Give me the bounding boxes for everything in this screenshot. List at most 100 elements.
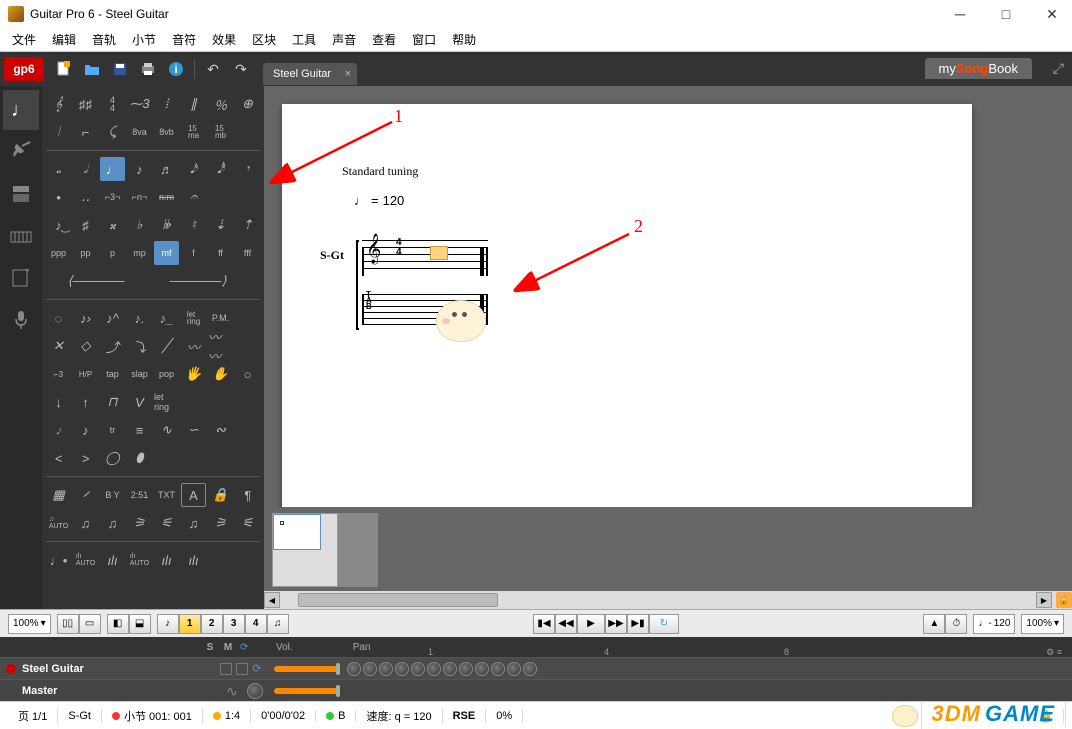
countdown-button[interactable]: ⏱ xyxy=(945,614,967,634)
tremolo-button[interactable]: n:m xyxy=(154,185,179,209)
clef-button[interactable]: 𝄞 xyxy=(46,92,71,116)
quarter-note-button[interactable]: ♩ xyxy=(100,157,125,181)
hp-button[interactable]: H/P xyxy=(73,362,98,386)
ppp-button[interactable]: ppp xyxy=(46,241,71,265)
zoom-left-box[interactable]: 100% ▾ xyxy=(8,614,51,634)
save-file-icon[interactable] xyxy=(108,57,132,81)
stem3-button[interactable]: ılı xyxy=(154,548,179,572)
chord-diagram-button[interactable]: ▦ xyxy=(46,483,71,507)
mute-toggle[interactable] xyxy=(236,663,248,675)
double-flat-button[interactable]: 𝄫 xyxy=(154,213,179,237)
tremolo-pick-button[interactable]: ≡ xyxy=(127,418,152,442)
paragraph-button[interactable]: ¶ xyxy=(235,483,260,507)
pick-down-button[interactable]: ⊓ xyxy=(100,390,125,414)
sidebar-amp-icon[interactable] xyxy=(3,174,39,214)
ending-button[interactable]: ⌐ xyxy=(73,120,98,144)
inv-turn-button[interactable]: ∾ xyxy=(208,418,233,442)
sidebar-guitar-icon[interactable] xyxy=(3,132,39,172)
voice-2-button[interactable]: 2 xyxy=(201,614,223,634)
double-sharp-button[interactable]: 𝄪 xyxy=(100,213,125,237)
automation-icon[interactable]: ∿ xyxy=(222,683,242,699)
flat-button[interactable]: ♭ xyxy=(127,213,152,237)
decrescendo-button[interactable]: ――――⟩ xyxy=(148,269,248,293)
wah-open-button[interactable]: ◯ xyxy=(100,446,125,470)
redo-icon[interactable]: ↷ xyxy=(229,57,253,81)
turn-button[interactable]: ∽ xyxy=(181,418,206,442)
auto1-button[interactable]: ♫AUTO xyxy=(46,511,71,535)
track-steel-guitar[interactable]: Steel Guitar ⟳ xyxy=(0,657,1072,679)
8vb-button[interactable]: 8vb xyxy=(154,120,179,144)
mf-button[interactable]: mf xyxy=(154,241,179,265)
menu-window[interactable]: 窗口 xyxy=(404,29,444,50)
strum-up-button[interactable]: ↑ xyxy=(73,390,98,414)
eq-knob-3[interactable] xyxy=(395,662,409,676)
legato-button[interactable]: ⌐3 xyxy=(46,362,71,386)
beam2-button[interactable]: ♫ xyxy=(100,511,125,535)
scroll-right-icon[interactable]: ▶ xyxy=(1036,592,1052,608)
menu-view[interactable]: 查看 xyxy=(364,29,404,50)
staccato-button[interactable]: ♪. xyxy=(127,306,152,330)
triplet-button[interactable]: ⁓3 xyxy=(127,92,152,116)
tempo-box[interactable]: ♩- 120 xyxy=(973,614,1015,634)
note-cursor[interactable] xyxy=(430,246,448,260)
eq-knob-8[interactable] xyxy=(475,662,489,676)
tie-button[interactable]: ♪͜ xyxy=(46,213,71,237)
master-knob[interactable] xyxy=(247,683,263,699)
rasg-button[interactable]: let ring xyxy=(154,390,179,414)
scroll-thumb[interactable] xyxy=(298,593,498,607)
lock-button[interactable]: 🔒 xyxy=(208,483,233,507)
sharp-button[interactable]: ♯ xyxy=(73,213,98,237)
voice-1-button[interactable]: 1 xyxy=(179,614,201,634)
heavy-accent-button[interactable]: ♪^ xyxy=(100,306,125,330)
8va-button[interactable]: 8va xyxy=(127,120,152,144)
volume-slider[interactable] xyxy=(274,666,340,672)
standard-staff[interactable]: 𝄞 44 xyxy=(362,240,488,275)
score-viewport[interactable]: Standard tuning ♩= 120 S-Gt 𝄞 44 xyxy=(264,86,1072,507)
goto-end-button[interactable]: ▶▮ xyxy=(627,614,649,634)
layout-2-button[interactable]: ⬓ xyxy=(129,614,151,634)
mysongbook-button[interactable]: mySongBook xyxy=(925,58,1032,79)
eq-knob-9[interactable] xyxy=(491,662,505,676)
rest-button[interactable]: 𝄾 xyxy=(235,157,260,181)
open-file-icon[interactable] xyxy=(80,57,104,81)
by-button[interactable]: B Y xyxy=(100,483,125,507)
menu-effects[interactable]: 效果 xyxy=(204,29,244,50)
menu-help[interactable]: 帮助 xyxy=(444,29,484,50)
eq-knob-11[interactable] xyxy=(523,662,537,676)
mordent-button[interactable]: ∿ xyxy=(154,418,179,442)
tuplet-3-button[interactable]: ⌐3¬ xyxy=(100,185,125,209)
fermata-button[interactable]: 𝄐 xyxy=(181,185,206,209)
tuplet-n-button[interactable]: ⌐n¬ xyxy=(127,185,152,209)
ff-button[interactable]: ff xyxy=(208,241,233,265)
decresc-small-button[interactable]: > xyxy=(73,446,98,470)
track-color-dot[interactable] xyxy=(6,664,16,674)
voice-3-button[interactable]: 3 xyxy=(223,614,245,634)
score-system[interactable]: S-Gt 𝄞 44 TAB xyxy=(362,232,912,352)
ghost-note-button[interactable]: ◌ xyxy=(46,306,71,330)
beam7-button[interactable]: ⚟ xyxy=(235,511,260,535)
solo-toggle[interactable] xyxy=(220,663,232,675)
auto-stem-button[interactable]: ılıAUTO xyxy=(73,548,98,572)
p-button[interactable]: p xyxy=(100,241,125,265)
hand-down-button[interactable]: 🖐 xyxy=(181,362,206,386)
sidebar-keyboard-icon[interactable] xyxy=(3,216,39,256)
half-note-button[interactable]: 𝅗𝅥 xyxy=(73,157,98,181)
document-tab[interactable]: Steel Guitar × xyxy=(263,63,357,85)
slash-button[interactable]: 𝄍 xyxy=(73,483,98,507)
sixtyfourth-note-button[interactable]: 𝅘𝅥𝅰 xyxy=(208,157,233,181)
pan-knob[interactable] xyxy=(347,662,361,676)
slap-button[interactable]: slap xyxy=(127,362,152,386)
master-volume-slider[interactable] xyxy=(274,688,340,694)
sidebar-chord-icon[interactable]: 7 xyxy=(3,258,39,298)
tenuto-button[interactable]: ♪_ xyxy=(154,306,179,330)
menu-edit[interactable]: 编辑 xyxy=(44,29,84,50)
page-thumbnail[interactable] xyxy=(272,513,338,587)
strum-down-button[interactable]: ↓ xyxy=(46,390,71,414)
fingering-button[interactable]: ○ xyxy=(235,362,260,386)
menu-bar-item[interactable]: 小节 xyxy=(124,29,164,50)
voice-4-button[interactable]: 4 xyxy=(245,614,267,634)
barline-button[interactable]: 𝄀 xyxy=(46,120,71,144)
eq-knob-7[interactable] xyxy=(459,662,473,676)
menu-sound[interactable]: 声音 xyxy=(324,29,364,50)
grace-note-button[interactable]: ♪ xyxy=(73,418,98,442)
